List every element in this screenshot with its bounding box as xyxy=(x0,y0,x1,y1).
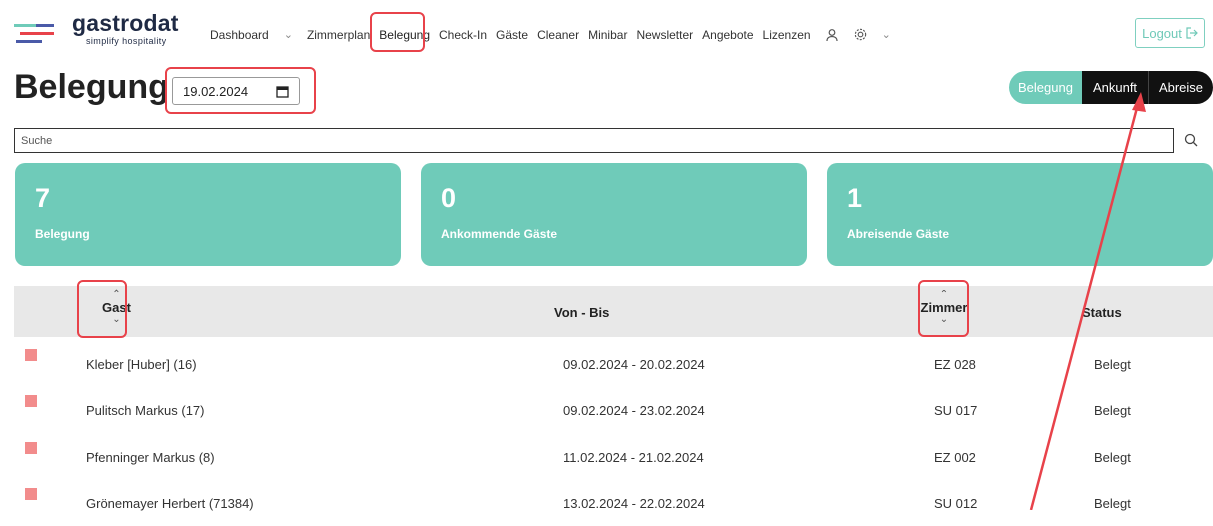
status-marker xyxy=(25,395,37,407)
nav-belegung[interactable]: Belegung xyxy=(379,28,430,42)
stat-label: Ankommende Gäste xyxy=(441,227,558,241)
nav-cleaner[interactable]: Cleaner xyxy=(537,28,579,42)
table-row[interactable]: Pulitsch Markus (17) 09.02.2024 - 23.02.… xyxy=(14,385,1213,433)
cell-guest: Pfenninger Markus (8) xyxy=(86,450,215,465)
calendar-icon[interactable] xyxy=(276,85,289,98)
status-marker xyxy=(25,442,37,454)
stat-value: 7 xyxy=(35,183,51,213)
page-title: Belegung xyxy=(14,68,169,106)
cell-room: SU 012 xyxy=(934,496,978,511)
date-input[interactable]: 19.02.2024 xyxy=(172,77,300,105)
chevron-down-icon[interactable]: ⌄ xyxy=(882,28,891,41)
nav-dashboard[interactable]: Dashboard xyxy=(210,28,269,42)
table-row[interactable]: Pfenninger Markus (8) 11.02.2024 - 21.02… xyxy=(14,432,1213,480)
search-input[interactable]: Suche xyxy=(14,128,1174,153)
chevron-down-icon[interactable]: ⌄ xyxy=(284,28,293,41)
cell-guest: Kleber [Huber] (16) xyxy=(86,357,197,372)
logout-label: Logout xyxy=(1142,25,1182,41)
table-row[interactable]: Grönemayer Herbert (71384) 13.02.2024 - … xyxy=(14,478,1213,526)
cell-status: Belegt xyxy=(1094,496,1131,511)
date-value: 19.02.2024 xyxy=(183,83,249,99)
nav-zimmerplan[interactable]: Zimmerplan xyxy=(307,28,370,42)
toggle-abreise[interactable]: Abreise xyxy=(1149,71,1213,104)
user-icon[interactable] xyxy=(825,28,839,42)
cell-guest: Grönemayer Herbert (71384) xyxy=(86,496,254,511)
nav-gaeste[interactable]: Gäste xyxy=(496,28,528,42)
header-gast: Gast xyxy=(102,300,131,315)
nav-minibar[interactable]: Minibar xyxy=(588,28,627,42)
chevron-up-icon[interactable]: ⌃ xyxy=(112,290,120,300)
cell-status: Belegt xyxy=(1094,403,1131,418)
view-toggle: Belegung Ankunft Abreise xyxy=(1009,71,1213,104)
stat-label: Belegung xyxy=(35,227,90,241)
nav-check-in[interactable]: Check-In xyxy=(439,28,487,42)
stat-card-ankommende: 0 Ankommende Gäste xyxy=(421,163,807,266)
chevron-down-icon[interactable]: ⌄ xyxy=(940,315,948,325)
table-row[interactable]: Kleber [Huber] (16) 09.02.2024 - 20.02.2… xyxy=(14,339,1213,387)
header-zimmer: Zimmer xyxy=(920,300,968,315)
sort-gast[interactable]: ⌃ Gast ⌄ xyxy=(102,290,131,325)
logout-button[interactable]: Logout xyxy=(1135,18,1205,48)
app-name: gastrodat xyxy=(72,10,179,36)
nav-lizenzen[interactable]: Lizenzen xyxy=(763,28,811,42)
header-status: Status xyxy=(1082,305,1122,320)
status-marker xyxy=(25,349,37,361)
logout-icon xyxy=(1186,27,1198,39)
cell-period: 09.02.2024 - 23.02.2024 xyxy=(563,403,705,418)
stat-card-abreisende: 1 Abreisende Gäste xyxy=(827,163,1213,266)
app-tagline: simplify hospitality xyxy=(86,36,167,46)
toggle-ankunft[interactable]: Ankunft xyxy=(1082,71,1149,104)
header-von-bis: Von - Bis xyxy=(554,305,610,320)
toggle-belegung[interactable]: Belegung xyxy=(1009,71,1082,104)
stat-value: 0 xyxy=(441,183,457,213)
stat-card-belegung: 7 Belegung xyxy=(15,163,401,266)
cell-period: 09.02.2024 - 20.02.2024 xyxy=(563,357,705,372)
cell-period: 11.02.2024 - 21.02.2024 xyxy=(563,450,704,465)
chevron-down-icon[interactable]: ⌄ xyxy=(112,315,120,325)
main-nav: Dashboard ⌄ Zimmerplan Belegung Check-In… xyxy=(210,27,905,42)
nav-newsletter[interactable]: Newsletter xyxy=(636,28,693,42)
gear-icon[interactable] xyxy=(853,27,868,42)
sort-zimmer[interactable]: ⌃ Zimmer ⌄ xyxy=(919,290,969,325)
logo-icon xyxy=(14,24,54,43)
stat-label: Abreisende Gäste xyxy=(847,227,950,241)
table-header: ⌃ Gast ⌄ Von - Bis ⌃ Zimmer ⌄ Status xyxy=(14,286,1213,337)
cell-room: EZ 028 xyxy=(934,357,976,372)
status-marker xyxy=(25,488,37,500)
cell-status: Belegt xyxy=(1094,357,1131,372)
cell-guest: Pulitsch Markus (17) xyxy=(86,403,205,418)
cell-period: 13.02.2024 - 22.02.2024 xyxy=(563,496,705,511)
search-icon[interactable] xyxy=(1184,133,1198,147)
cell-room: EZ 002 xyxy=(934,450,976,465)
nav-angebote[interactable]: Angebote xyxy=(702,28,753,42)
stat-value: 1 xyxy=(847,183,863,213)
cell-room: SU 017 xyxy=(934,403,978,418)
cell-status: Belegt xyxy=(1094,450,1131,465)
chevron-up-icon[interactable]: ⌃ xyxy=(940,290,948,300)
